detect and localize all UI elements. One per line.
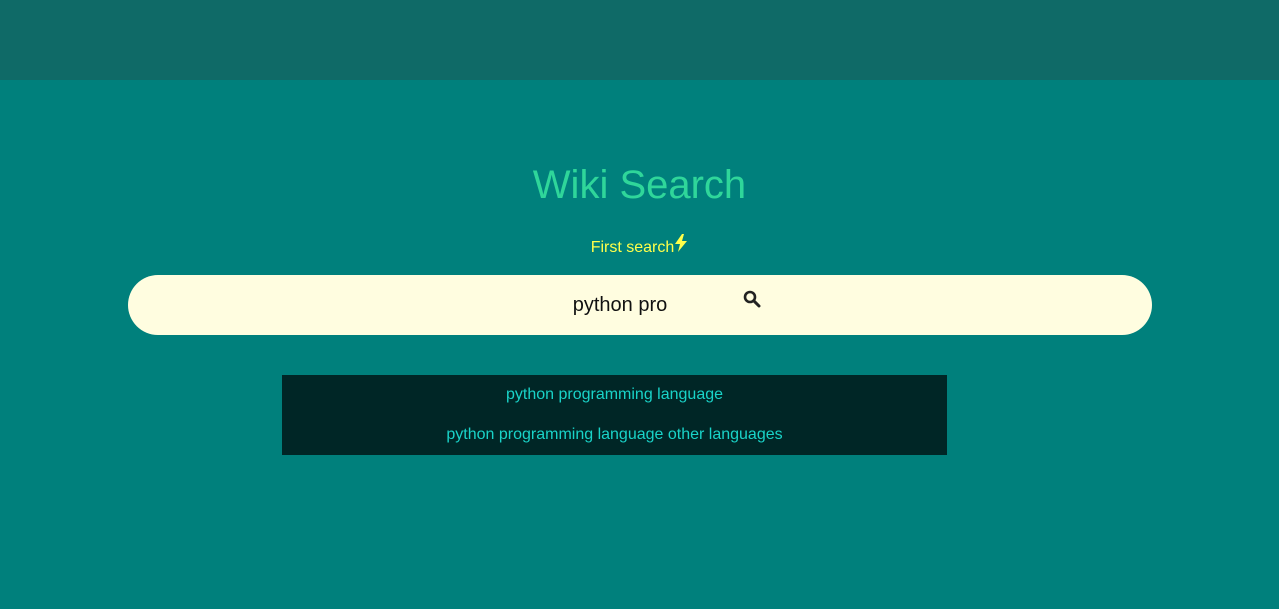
- subtitle: First search: [0, 234, 1279, 260]
- page-title: Wiki Search: [532, 163, 747, 207]
- suggestion-item[interactable]: python programming language other langua…: [282, 415, 947, 455]
- search-input[interactable]: [128, 275, 1152, 335]
- search-bar: [128, 275, 1152, 335]
- top-bar: [0, 0, 1279, 80]
- subtitle-text: First search: [590, 239, 675, 256]
- lightning-icon: [675, 234, 688, 252]
- suggestion-item[interactable]: python programming language: [282, 375, 947, 415]
- search-button[interactable]: [740, 288, 764, 312]
- suggestion-list: python programming language python progr…: [282, 375, 947, 455]
- search-icon: [743, 290, 761, 307]
